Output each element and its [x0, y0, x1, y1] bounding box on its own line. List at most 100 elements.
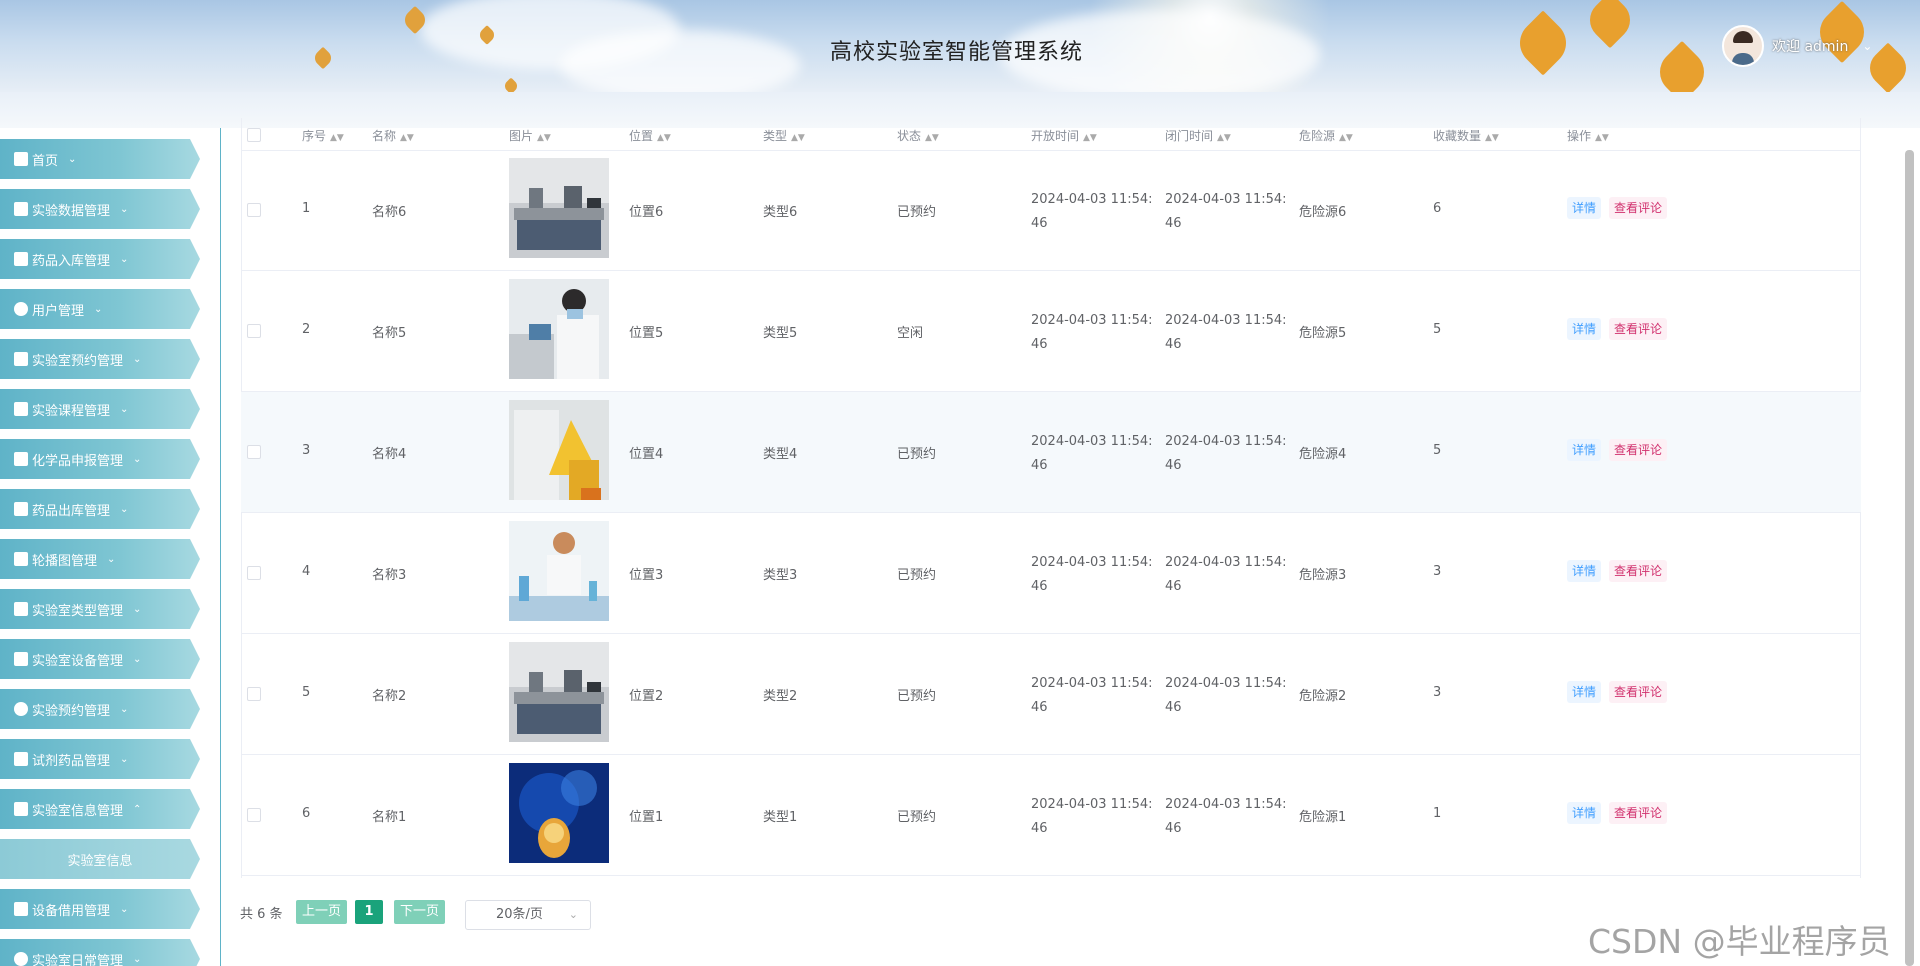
grid-icon — [14, 352, 28, 366]
select-all-checkbox[interactable] — [247, 128, 261, 142]
view-comments-button[interactable]: 查看评论 — [1609, 802, 1668, 824]
cell-favorites: 3 — [1433, 685, 1442, 700]
sidebar-item-lab-devices[interactable]: 实验室设备管理 ⌄ — [0, 639, 200, 679]
chevron-down-icon: ⌄ — [133, 603, 142, 615]
drop-icon — [14, 952, 28, 966]
view-comments-button[interactable]: 查看评论 — [1609, 318, 1668, 340]
cell-location: 位置3 — [629, 568, 664, 583]
detail-button[interactable]: 详情 — [1567, 681, 1602, 703]
leaf-decoration — [502, 77, 520, 92]
view-comments-button[interactable]: 查看评论 — [1609, 197, 1668, 219]
sort-icon: ▲▼ — [657, 133, 671, 143]
column-header-location[interactable]: 位置 ▲▼ — [629, 127, 671, 144]
sort-icon: ▲▼ — [1083, 133, 1097, 143]
view-comments-button[interactable]: 查看评论 — [1609, 439, 1668, 461]
columns-icon — [14, 602, 28, 616]
next-page-button[interactable]: 下一页 — [394, 900, 446, 924]
sidebar-item-lab-daily[interactable]: 实验室日常管理 ⌄ — [0, 939, 200, 966]
cell-type: 类型1 — [763, 810, 798, 825]
hazmat-image — [509, 400, 609, 500]
column-header-close-time[interactable]: 闭门时间 ▲▼ — [1165, 127, 1231, 144]
cell-location: 位置1 — [629, 810, 664, 825]
column-header-hazard[interactable]: 危险源 ▲▼ — [1299, 127, 1353, 144]
chevron-down-icon: ⌄ — [133, 353, 142, 365]
cell-open-time: 2024-04-03 11:54:46 — [1031, 676, 1153, 715]
detail-button[interactable]: 详情 — [1567, 560, 1602, 582]
sidebar-item-experiment-data[interactable]: 实验数据管理 ⌄ — [0, 189, 200, 229]
cell-hazard: 危险源2 — [1299, 689, 1347, 704]
table-icon — [14, 452, 28, 466]
sort-icon: ▲▼ — [1339, 133, 1353, 143]
top-header: 高校实验室智能管理系统 欢迎 admin ⌄ — [0, 0, 1920, 92]
cell-favorites: 5 — [1433, 322, 1442, 337]
detail-button[interactable]: 详情 — [1567, 318, 1602, 340]
sidebar-item-exp-booking[interactable]: 实验预约管理 ⌄ — [0, 689, 200, 729]
sidebar-item-drug-out[interactable]: 药品出库管理 ⌄ — [0, 489, 200, 529]
detail-button[interactable]: 详情 — [1567, 802, 1602, 824]
sidebar-subitem-lab-info[interactable]: 实验室信息 — [0, 839, 200, 879]
view-comments-button[interactable]: 查看评论 — [1609, 681, 1668, 703]
avatar — [1722, 25, 1764, 67]
lab-room-image — [509, 158, 609, 258]
sidebar-item-carousel[interactable]: 轮播图管理 ⌄ — [0, 539, 200, 579]
table-row: 4 名称3 位置3 类型3 已预约 2024-04-03 11:54:46 20… — [241, 513, 1861, 634]
page-title: 高校实验室智能管理系统 — [830, 40, 1084, 65]
column-header-index[interactable]: 序号 ▲▼ — [302, 127, 344, 144]
sidebar-item-lab-info[interactable]: 实验室信息管理 ⌃ — [0, 789, 200, 829]
cell-status: 已预约 — [897, 689, 937, 704]
sidebar-item-reagents[interactable]: 试剂药品管理 ⌄ — [0, 739, 200, 779]
cell-favorites: 3 — [1433, 564, 1442, 579]
cell-status: 已预约 — [897, 810, 937, 825]
row-checkbox[interactable] — [247, 566, 261, 580]
cell-hazard: 危险源5 — [1299, 326, 1347, 341]
inbox-icon — [14, 252, 28, 266]
cell-hazard: 危险源3 — [1299, 568, 1347, 583]
cell-status: 空闲 — [897, 326, 924, 341]
sidebar-item-home[interactable]: 首页 ⌄ — [0, 139, 200, 179]
sidebar-item-drug-in[interactable]: 药品入库管理 ⌄ — [0, 239, 200, 279]
sidebar-item-lab-types[interactable]: 实验室类型管理 ⌄ — [0, 589, 200, 629]
column-header-actions[interactable]: 操作 ▲▼ — [1567, 127, 1609, 144]
scrollbar[interactable] — [1905, 150, 1914, 966]
column-header-favorites[interactable]: 收藏数量 ▲▼ — [1433, 127, 1499, 144]
row-checkbox[interactable] — [247, 808, 261, 822]
row-checkbox[interactable] — [247, 687, 261, 701]
chevron-down-icon: ⌄ — [133, 453, 142, 465]
pagination-total: 共 6 条 — [240, 907, 283, 922]
sidebar-item-chemical-report[interactable]: 化学品申报管理 ⌄ — [0, 439, 200, 479]
cell-location: 位置2 — [629, 689, 664, 704]
column-header-image[interactable]: 图片 ▲▼ — [509, 127, 551, 144]
row-checkbox[interactable] — [247, 445, 261, 459]
prev-page-button[interactable]: 上一页 — [296, 900, 348, 924]
detail-button[interactable]: 详情 — [1567, 197, 1602, 219]
crop-icon — [14, 902, 28, 916]
chevron-down-icon: ⌄ — [133, 653, 142, 665]
view-comments-button[interactable]: 查看评论 — [1609, 560, 1668, 582]
cell-open-time: 2024-04-03 11:54:46 — [1031, 434, 1153, 473]
sort-icon: ▲▼ — [1595, 133, 1609, 143]
column-header-open-time[interactable]: 开放时间 ▲▼ — [1031, 127, 1097, 144]
sidebar-item-device-borrow[interactable]: 设备借用管理 ⌄ — [0, 889, 200, 929]
column-header-name[interactable]: 名称 ▲▼ — [372, 127, 414, 144]
sidebar-item-courses[interactable]: 实验课程管理 ⌄ — [0, 389, 200, 429]
cell-close-time: 2024-04-03 11:54:46 — [1165, 797, 1287, 836]
column-header-type[interactable]: 类型 ▲▼ — [763, 127, 805, 144]
cell-close-time: 2024-04-03 11:54:46 — [1165, 555, 1287, 594]
row-checkbox[interactable] — [247, 203, 261, 217]
detail-button[interactable]: 详情 — [1567, 439, 1602, 461]
cell-name: 名称1 — [372, 810, 407, 825]
sidebar-item-users[interactable]: 用户管理 ⌄ — [0, 289, 200, 329]
sort-icon: ▲▼ — [1217, 133, 1231, 143]
page-number-button[interactable]: 1 — [355, 900, 383, 924]
cell-status: 已预约 — [897, 447, 937, 462]
chevron-down-icon: ⌄ — [120, 403, 129, 415]
row-checkbox[interactable] — [247, 324, 261, 338]
page-size-select[interactable]: 20条/页 ⌄ — [465, 900, 591, 930]
cell-type: 类型4 — [763, 447, 798, 462]
user-menu[interactable]: 欢迎 admin ⌄ — [1722, 25, 1872, 67]
scientist-image — [509, 521, 609, 621]
circle-icon — [14, 702, 28, 716]
sidebar-item-lab-booking[interactable]: 实验室预约管理 ⌄ — [0, 339, 200, 379]
cell-index: 2 — [302, 322, 311, 337]
column-header-status[interactable]: 状态 ▲▼ — [897, 127, 939, 144]
